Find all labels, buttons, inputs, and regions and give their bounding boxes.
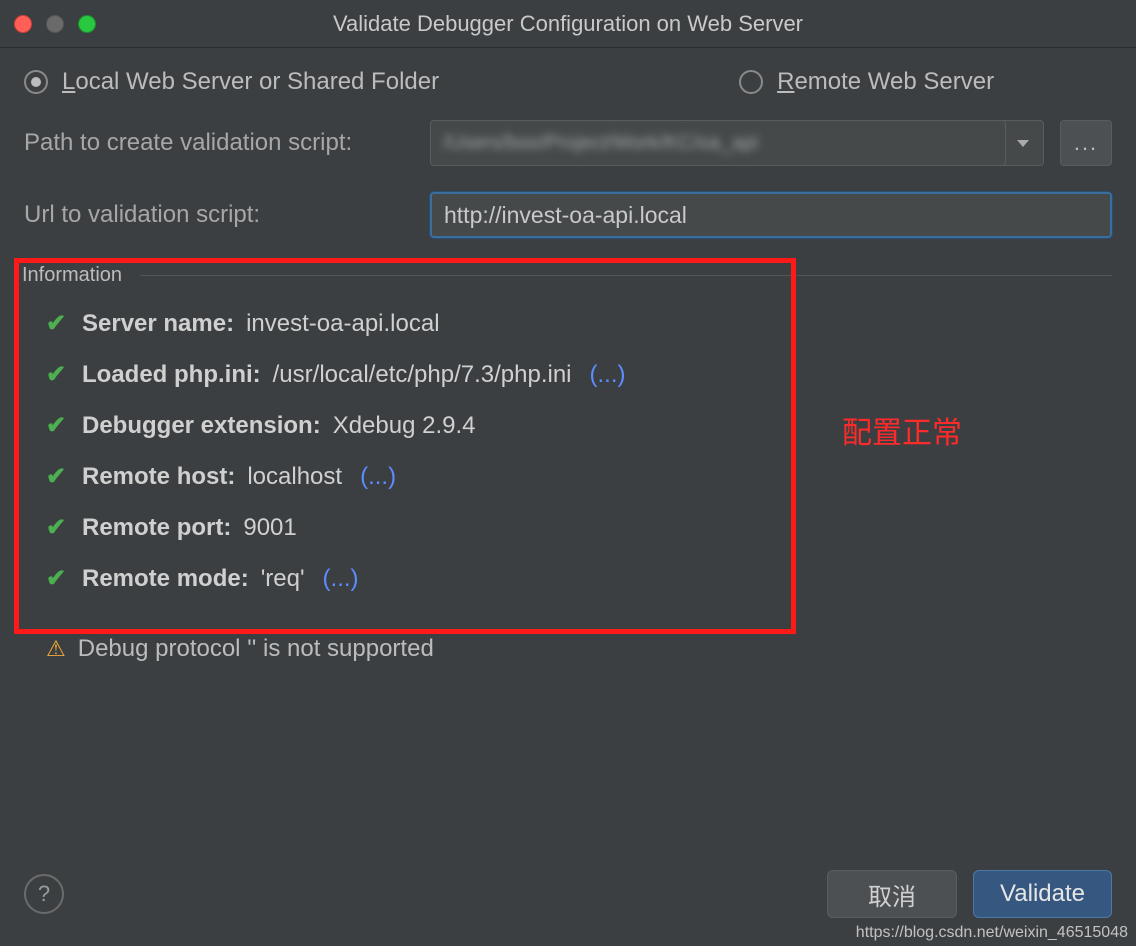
- information-list: ✔ Server name: invest-oa-api.local ✔ Loa…: [24, 287, 1112, 619]
- button-row: 取消 Validate: [827, 870, 1112, 918]
- info-item-remote-host: ✔ Remote host: localhost (...): [46, 462, 1104, 491]
- local-server-label: Local Web Server or Shared Folder: [62, 68, 439, 96]
- warning-icon: ⚠: [46, 636, 66, 662]
- traffic-lights: [14, 15, 96, 33]
- titlebar: Validate Debugger Configuration on Web S…: [0, 0, 1136, 48]
- local-server-radio[interactable]: Local Web Server or Shared Folder: [24, 68, 439, 96]
- check-icon: ✔: [46, 411, 70, 440]
- path-field[interactable]: /Users/boo/Project/Work/KC/oa_api: [430, 120, 1006, 166]
- information-legend: Information: [18, 264, 126, 287]
- close-window-button[interactable]: [14, 15, 32, 33]
- more-link[interactable]: (...): [590, 361, 626, 389]
- info-item-remote-mode: ✔ Remote mode: 'req' (...): [46, 564, 1104, 593]
- check-icon: ✔: [46, 309, 70, 338]
- browse-button[interactable]: ...: [1060, 120, 1112, 166]
- path-dropdown[interactable]: [1002, 120, 1044, 166]
- info-item-remote-port: ✔ Remote port: 9001: [46, 513, 1104, 542]
- minimize-window-button: [46, 15, 64, 33]
- url-label: Url to validation script:: [24, 201, 414, 229]
- more-link[interactable]: (...): [360, 463, 396, 491]
- path-label: Path to create validation script:: [24, 129, 414, 157]
- zoom-window-button[interactable]: [78, 15, 96, 33]
- remote-server-label: Remote Web Server: [777, 68, 994, 96]
- check-icon: ✔: [46, 462, 70, 491]
- server-type-row: Local Web Server or Shared Folder Remote…: [24, 68, 1112, 96]
- information-legend-row: Information: [18, 264, 1112, 287]
- help-button[interactable]: ?: [24, 874, 64, 914]
- window-title: Validate Debugger Configuration on Web S…: [0, 11, 1136, 37]
- remote-server-radio[interactable]: Remote Web Server: [739, 68, 994, 96]
- chevron-down-icon: [1017, 140, 1029, 147]
- validate-button[interactable]: Validate: [973, 870, 1112, 918]
- annotation-label: 配置正常: [842, 408, 962, 452]
- information-section: Information ✔ Server name: invest-oa-api…: [24, 264, 1112, 663]
- divider: [140, 275, 1112, 276]
- info-item-php-ini: ✔ Loaded php.ini: /usr/local/etc/php/7.3…: [46, 360, 1104, 389]
- info-item-server-name: ✔ Server name: invest-oa-api.local: [46, 309, 1104, 338]
- url-input[interactable]: [444, 194, 1098, 236]
- check-icon: ✔: [46, 360, 70, 389]
- check-icon: ✔: [46, 513, 70, 542]
- url-row: Url to validation script:: [24, 192, 1112, 238]
- check-icon: ✔: [46, 564, 70, 593]
- cancel-button[interactable]: 取消: [827, 870, 957, 918]
- path-value: /Users/boo/Project/Work/KC/oa_api: [443, 132, 758, 155]
- url-field-wrapper: [430, 192, 1112, 238]
- warning-text: Debug protocol '' is not supported: [78, 635, 434, 663]
- dialog-footer: ? 取消 Validate: [0, 870, 1136, 918]
- more-link[interactable]: (...): [323, 565, 359, 593]
- path-row: Path to create validation script: /Users…: [24, 120, 1112, 166]
- radio-icon: [739, 70, 763, 94]
- radio-icon: [24, 70, 48, 94]
- warning-row: ⚠ Debug protocol '' is not supported: [46, 635, 1112, 663]
- watermark: https://blog.csdn.net/weixin_46515048: [856, 924, 1128, 942]
